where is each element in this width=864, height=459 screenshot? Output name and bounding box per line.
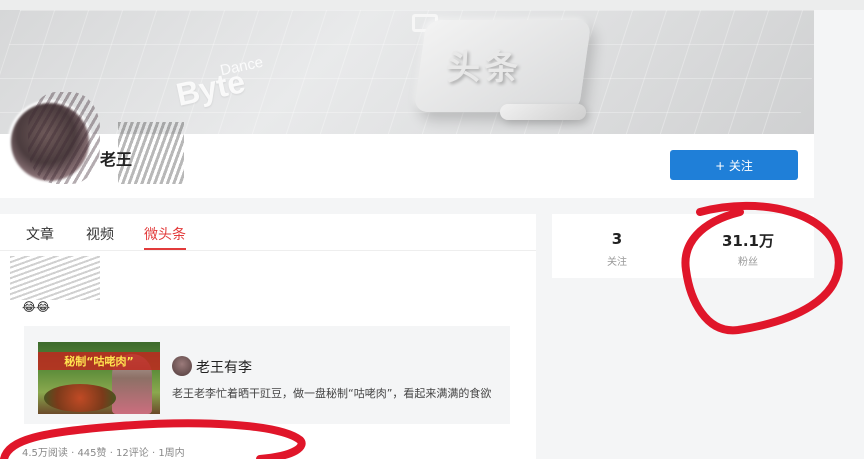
thumbnail-food	[44, 384, 116, 412]
post-text-redaction-scribble	[10, 256, 100, 300]
toutiao-logo-bar	[500, 104, 586, 120]
tab-divider	[0, 250, 536, 251]
thumbnail-banner-text: 秘制“咕咾肉”	[38, 352, 160, 370]
post-emoji: 😂😂	[22, 300, 51, 314]
top-bar	[0, 0, 864, 10]
fans-count[interactable]: 31.1万	[708, 230, 788, 251]
post-stats: 4.5万阅读 · 445赞 · 12评论 · 1周内	[22, 448, 185, 459]
toutiao-logo-text: 头条	[446, 48, 522, 88]
card-description: 老王老李忙着晒干豇豆，做一盘秘制“咕咾肉”，看起来满满的食欲	[172, 387, 492, 400]
tab-articles[interactable]: 文章	[26, 224, 54, 244]
tab-micro-posts[interactable]: 微头条	[144, 224, 186, 244]
fans-label: 粉丝	[738, 257, 758, 268]
card-author-name[interactable]: 老王有李	[196, 357, 252, 377]
banner-grid	[0, 10, 814, 134]
card-author-avatar[interactable]	[172, 356, 192, 376]
tab-videos[interactable]: 视频	[86, 224, 114, 244]
follow-button[interactable]: + 关注	[670, 150, 798, 180]
following-count[interactable]: 3	[582, 230, 652, 248]
avatar-redaction-scribble	[28, 92, 100, 184]
video-thumbnail[interactable]: 秘制“咕咾肉”	[38, 342, 160, 414]
profile-banner	[0, 10, 814, 134]
name-redaction-scribble	[118, 122, 184, 184]
following-label: 关注	[607, 257, 627, 268]
